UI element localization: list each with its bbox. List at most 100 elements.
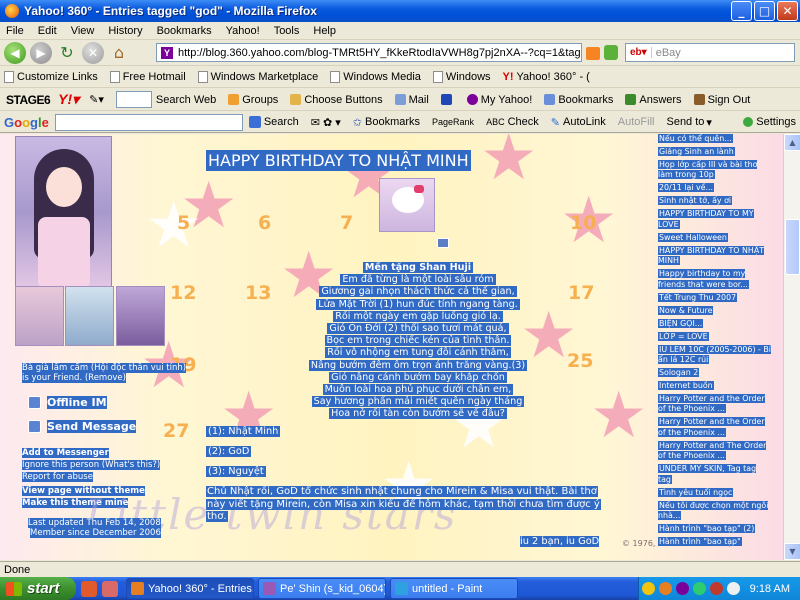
- entry-link[interactable]: IU LEM 10C (2005-2006) - Bí ẩn lá 12C rủ…: [658, 344, 772, 366]
- edit-icon[interactable]: [437, 238, 449, 248]
- tray-icon[interactable]: [658, 582, 672, 595]
- entry-link[interactable]: Giáng Sinh an lành: [658, 147, 771, 157]
- friend-thumbnail[interactable]: [15, 286, 64, 346]
- stop-icon[interactable]: ✕: [82, 41, 104, 64]
- profile-avatar[interactable]: [15, 136, 112, 289]
- close-button[interactable]: ✕: [777, 1, 798, 21]
- search-web-button[interactable]: Search Web: [156, 94, 216, 106]
- entry-link[interactable]: Internet buồn: [658, 381, 771, 391]
- vertical-scrollbar[interactable]: ▲ ▼: [783, 134, 800, 560]
- scrollbar-thumb[interactable]: [785, 219, 800, 275]
- entry-link[interactable]: Now & Future: [658, 305, 771, 316]
- friend-thumbnail[interactable]: [65, 286, 114, 346]
- reload-icon[interactable]: ↻: [56, 42, 78, 64]
- sign-out-button[interactable]: Sign Out: [693, 94, 750, 106]
- autolink-button[interactable]: ✎ AutoLink: [551, 116, 606, 129]
- entry-link[interactable]: HAPPY BIRTHDAY TO MY LOVE: [658, 209, 771, 230]
- entry-link[interactable]: Sologan 2: [658, 368, 771, 378]
- tray-icon[interactable]: [692, 582, 706, 595]
- yahoo-logo[interactable]: Y!▾: [58, 91, 79, 108]
- send-message-button[interactable]: Send Message: [28, 420, 137, 433]
- entry-link[interactable]: HAPPY BIRTHDAY TO NHẬT MINH: [658, 245, 771, 267]
- settings-button[interactable]: Settings: [743, 116, 796, 128]
- scroll-down-icon[interactable]: ▼: [784, 543, 800, 560]
- tray-icon[interactable]: [675, 582, 689, 595]
- home-icon[interactable]: ⌂: [108, 42, 130, 64]
- menu-file[interactable]: File: [6, 25, 24, 37]
- add-button[interactable]: [440, 94, 455, 105]
- google-logo[interactable]: Google: [4, 115, 49, 130]
- tray-icon[interactable]: [709, 582, 723, 595]
- menu-edit[interactable]: Edit: [38, 25, 57, 37]
- groups-button[interactable]: Groups: [228, 94, 278, 106]
- menu-help[interactable]: Help: [313, 25, 336, 37]
- google-tools-icon[interactable]: ✉ ✿ ▾: [311, 116, 341, 129]
- back-icon[interactable]: ◀: [4, 41, 26, 64]
- ignore-person-link[interactable]: Ignore this person (What's this?): [22, 460, 161, 470]
- bookmark-windows-media[interactable]: Windows Media: [330, 71, 421, 83]
- entry-link[interactable]: Harry Potter and The Order of the Phoeni…: [658, 440, 771, 462]
- entry-link[interactable]: Hành trình "bao tạp" (2): [658, 524, 771, 534]
- bookmark-free-hotmail[interactable]: Free Hotmail: [109, 71, 186, 83]
- menu-yahoo[interactable]: Yahoo!: [226, 25, 260, 37]
- post-title[interactable]: HAPPY BIRTHDAY TO NHẬT MINH: [206, 150, 471, 171]
- entry-link[interactable]: Nếu có thể quên...: [658, 134, 771, 144]
- autofill-button[interactable]: AutoFill: [618, 116, 655, 128]
- check-button[interactable]: ABC Check: [486, 116, 539, 128]
- scroll-up-icon[interactable]: ▲: [784, 134, 800, 151]
- minimize-button[interactable]: _: [731, 1, 752, 21]
- tray-icon[interactable]: [641, 582, 655, 595]
- send-to-button[interactable]: Send to ▾: [666, 116, 711, 129]
- report-abuse-link[interactable]: Report for abuse: [22, 472, 93, 482]
- my-yahoo-button[interactable]: My Yahoo!: [466, 94, 532, 106]
- entry-link[interactable]: Harry Potter and the Order of the Phoeni…: [658, 394, 771, 415]
- entry-link[interactable]: Happy birthday to my friends that were b…: [658, 269, 771, 290]
- yahoo-search-input[interactable]: [115, 91, 152, 108]
- choose-buttons-button[interactable]: Choose Buttons: [290, 94, 383, 106]
- google-search-input[interactable]: [54, 113, 243, 131]
- entry-link[interactable]: Tình yêu tuổi ngọc: [658, 487, 771, 498]
- yahoo-bookmarks-button[interactable]: Bookmarks: [544, 94, 613, 106]
- mail-button[interactable]: Mail: [394, 94, 429, 106]
- offline-im-button[interactable]: Offline IM: [28, 396, 107, 409]
- entry-link[interactable]: Nếu tôi được chọn một ngôi nhà...: [658, 500, 771, 522]
- speaker-icon[interactable]: [726, 582, 740, 595]
- bookmark-windows-marketplace[interactable]: Windows Marketplace: [197, 71, 318, 83]
- forward-icon[interactable]: ▶: [30, 41, 52, 64]
- ebay-icon[interactable]: eb▾: [626, 47, 652, 58]
- maximize-button[interactable]: □: [754, 1, 775, 21]
- menu-tools[interactable]: Tools: [274, 25, 300, 37]
- bookmark-yahoo-360[interactable]: Y! Yahoo! 360° - (: [503, 71, 590, 83]
- entry-link[interactable]: BIỆN GỌI...: [658, 318, 771, 329]
- start-button[interactable]: start: [0, 577, 76, 600]
- bookmark-windows[interactable]: Windows: [432, 71, 491, 83]
- taskbar-item-chat[interactable]: Pe' Shin (s_kid_0604)...: [258, 578, 386, 599]
- entry-link[interactable]: 20/11 lại về...: [658, 183, 771, 193]
- google-bookmarks-button[interactable]: ✩ Bookmarks: [353, 116, 420, 129]
- quicklaunch-icon[interactable]: [102, 580, 118, 597]
- entry-link[interactable]: Harry Potter and the Order of the Phoeni…: [658, 417, 771, 438]
- menu-view[interactable]: View: [71, 25, 95, 37]
- add-to-messenger-link[interactable]: Add to Messenger: [22, 448, 109, 458]
- entry-link[interactable]: Hành trình "bao tạp": [658, 537, 771, 547]
- rss-icon[interactable]: [586, 47, 600, 60]
- search-bar[interactable]: eb▾ eBay: [625, 43, 795, 62]
- pen-icon[interactable]: ✎▾: [89, 93, 104, 106]
- stage6-logo[interactable]: STAGE6: [6, 93, 51, 107]
- entry-link[interactable]: Sweet Halloween: [658, 232, 771, 243]
- entry-link[interactable]: UNDER MY SKIN, Tag tag tag: [658, 464, 771, 485]
- url-bar[interactable]: Y http://blog.360.yahoo.com/blog-TMRt5HY…: [156, 43, 582, 62]
- friend-thumbnail[interactable]: [116, 286, 165, 346]
- entry-link[interactable]: LỚP = LOVE: [658, 331, 771, 342]
- bookmark-customize-links[interactable]: Customize Links: [4, 71, 98, 83]
- taskbar-item-paint[interactable]: untitled - Paint: [390, 578, 518, 599]
- entry-link[interactable]: Tết Trung Thu 2007: [658, 292, 771, 303]
- entry-link[interactable]: Họp lớp cấp III và bài thơ làm trong 10p: [658, 160, 771, 181]
- answers-button[interactable]: Answers: [625, 94, 682, 106]
- menu-history[interactable]: History: [108, 25, 142, 37]
- go-button[interactable]: [604, 45, 618, 60]
- quicklaunch-firefox-icon[interactable]: [81, 580, 97, 597]
- menu-bookmarks[interactable]: Bookmarks: [157, 25, 212, 37]
- google-search-button[interactable]: Search: [248, 116, 299, 128]
- entry-link[interactable]: Sinh nhật tớ, ấy ơi: [658, 196, 771, 206]
